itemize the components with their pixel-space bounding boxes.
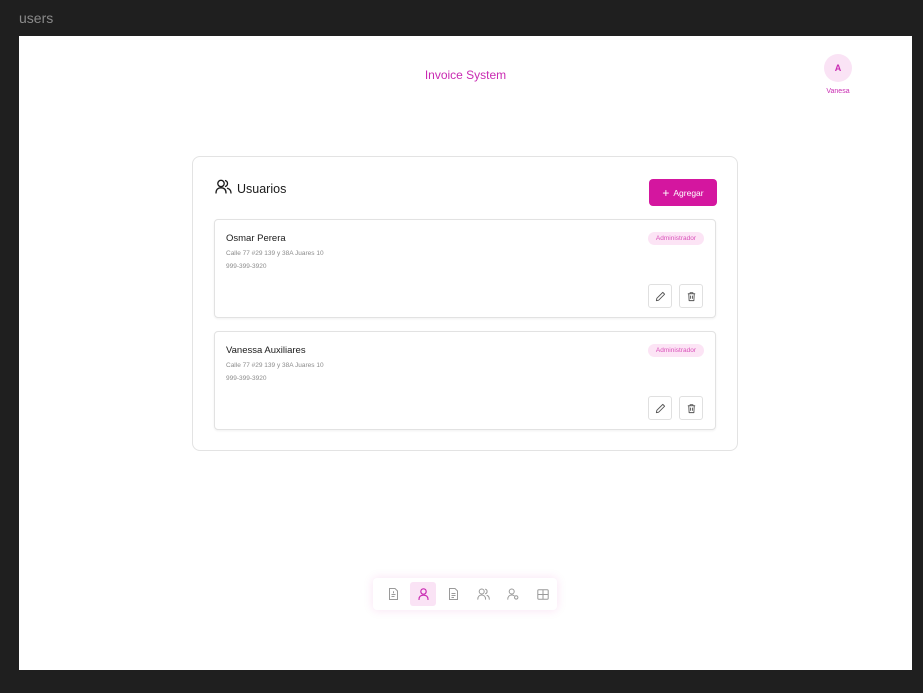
bottom-dock <box>373 578 557 610</box>
trash-icon <box>687 291 695 301</box>
role-badge: Administrador <box>647 344 704 357</box>
users-panel: Usuarios + Agregar Osmar Perera Calle 77… <box>192 156 738 451</box>
add-user-button[interactable]: + Agregar <box>649 179 717 206</box>
user-address: Calle 77 #29 139 y 38A Juares 10 <box>226 362 324 369</box>
user-icon <box>417 588 429 600</box>
edit-user-button[interactable] <box>648 396 672 420</box>
document-icon <box>448 588 458 600</box>
invoice-icon <box>388 588 398 600</box>
user-card: Osmar Perera Calle 77 #29 139 y 38A Juar… <box>214 219 716 318</box>
table-icon <box>537 588 549 600</box>
pencil-icon <box>655 403 665 413</box>
dock-clients[interactable] <box>470 582 496 606</box>
user-phone: 999-399-3920 <box>226 375 267 382</box>
delete-user-button[interactable] <box>679 396 703 420</box>
dock-table[interactable] <box>530 582 556 606</box>
user-settings-icon <box>507 588 519 600</box>
delete-user-button[interactable] <box>679 284 703 308</box>
trash-icon <box>687 403 695 413</box>
pencil-icon <box>655 291 665 301</box>
plus-icon: + <box>662 185 670 200</box>
role-badge: Administrador <box>647 232 704 245</box>
frame-label: users <box>19 10 54 26</box>
users-icon <box>215 179 232 199</box>
users-icon <box>476 588 490 600</box>
user-card: Vanessa Auxiliares Calle 77 #29 139 y 38… <box>214 331 716 430</box>
avatar[interactable]: A <box>824 54 852 82</box>
user-name: Vanessa Auxiliares <box>226 345 306 356</box>
edit-user-button[interactable] <box>648 284 672 308</box>
page-title: Usuarios <box>237 182 287 196</box>
user-menu[interactable]: A Vanesa <box>818 54 858 95</box>
user-name: Osmar Perera <box>226 233 286 244</box>
user-phone: 999-399-3920 <box>226 263 267 270</box>
dock-user-settings[interactable] <box>500 582 526 606</box>
dock-users[interactable] <box>410 582 436 606</box>
app-frame: Invoice System A Vanesa Usuarios + Agreg… <box>19 36 912 670</box>
dock-documents[interactable] <box>440 582 466 606</box>
add-user-label: Agregar <box>673 187 704 198</box>
avatar-name: Vanesa <box>826 88 850 95</box>
dock-invoices[interactable] <box>380 582 406 606</box>
user-address: Calle 77 #29 139 y 38A Juares 10 <box>226 250 324 257</box>
panel-header: Usuarios <box>215 179 286 199</box>
app-title: Invoice System <box>424 68 507 82</box>
